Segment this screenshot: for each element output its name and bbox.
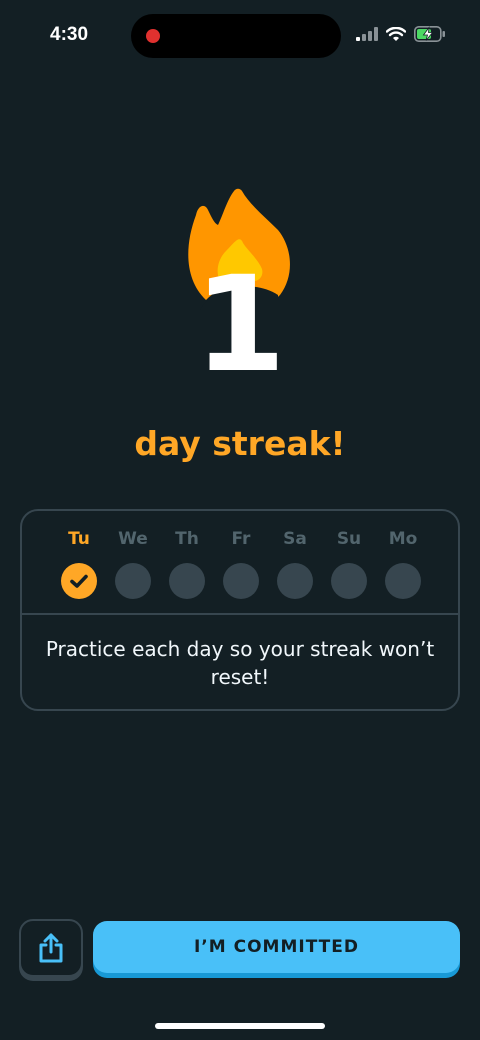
day-friday: Fr	[214, 529, 268, 599]
day-pending-indicator	[223, 563, 259, 599]
day-wednesday: We	[106, 529, 160, 599]
streak-message: Practice each day so your streak won’t r…	[45, 637, 435, 689]
im-committed-button[interactable]: I’M COMMITTED	[93, 921, 460, 973]
streak-count: 1	[194, 248, 286, 402]
day-pending-indicator	[115, 563, 151, 599]
checkmark-icon	[70, 574, 88, 588]
share-button[interactable]	[19, 919, 83, 977]
day-complete-indicator	[61, 563, 97, 599]
day-label: Sa	[283, 529, 307, 549]
day-pending-indicator	[331, 563, 367, 599]
share-icon	[39, 933, 63, 963]
day-tuesday: Tu	[52, 529, 106, 599]
day-pending-indicator	[385, 563, 421, 599]
home-indicator[interactable]	[155, 1023, 325, 1029]
day-label: We	[118, 529, 148, 549]
wifi-icon	[386, 26, 406, 41]
day-sunday: Su	[322, 529, 376, 599]
week-streak-card: Tu We Th Fr Sa Su Mo Practice each day s…	[20, 509, 460, 711]
streak-title: day streak!	[134, 424, 346, 463]
week-days: Tu We Th Fr Sa Su Mo	[22, 511, 458, 613]
streak-screen: 4:30 1 day streak! Tu We Th Fr Sa Su Mo …	[0, 0, 480, 1040]
day-label: Th	[175, 529, 199, 549]
status-time: 4:30	[50, 24, 89, 45]
day-pending-indicator	[277, 563, 313, 599]
battery-charging-icon	[414, 26, 445, 42]
cellular-signal-icon	[356, 27, 378, 41]
day-thursday: Th	[160, 529, 214, 599]
day-monday: Mo	[376, 529, 430, 599]
recording-indicator-icon	[146, 29, 160, 43]
day-label: Tu	[68, 529, 90, 549]
day-saturday: Sa	[268, 529, 322, 599]
dynamic-island	[131, 14, 341, 58]
day-label: Su	[336, 529, 362, 549]
day-pending-indicator	[169, 563, 205, 599]
status-icons	[356, 26, 446, 42]
day-label: Mo	[388, 529, 418, 549]
day-label: Fr	[231, 529, 251, 549]
card-divider	[22, 613, 458, 615]
streak-hero: 1	[0, 185, 480, 405]
